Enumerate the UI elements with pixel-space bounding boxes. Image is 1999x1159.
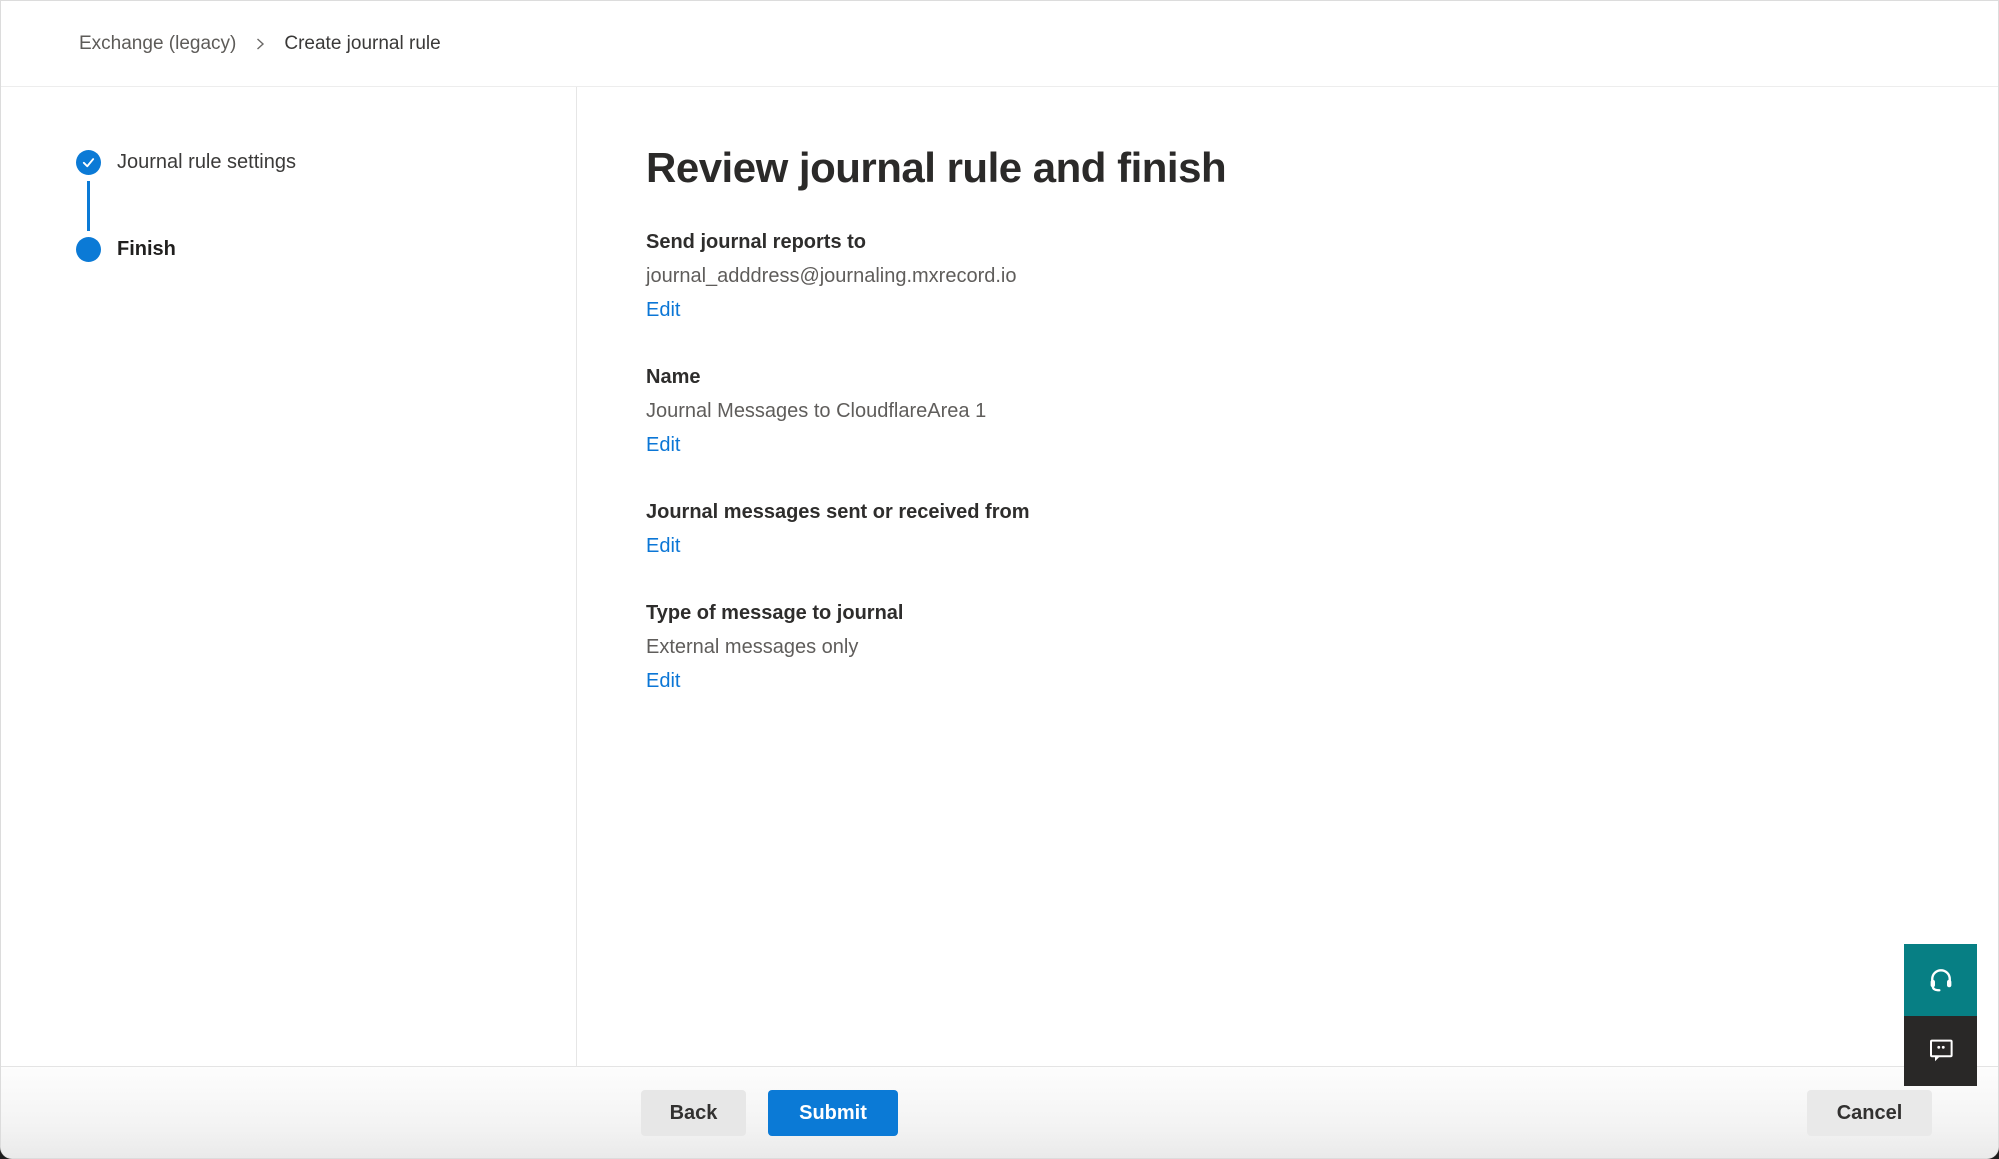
field-value-message-type: External messages only: [646, 634, 1918, 661]
feedback-button[interactable]: [1904, 1016, 1977, 1086]
chevron-right-icon: [252, 36, 268, 52]
review-pane: Review journal rule and finish Send jour…: [577, 87, 1998, 1068]
wizard-body: Journal rule settings Finish Review jour…: [1, 87, 1998, 1068]
exchange-create-journal-rule-window: Exchange (legacy) Create journal rule Jo…: [0, 0, 1999, 1159]
submit-button[interactable]: Submit: [768, 1090, 898, 1136]
cancel-button[interactable]: Cancel: [1807, 1090, 1932, 1136]
step-connector-line: [87, 181, 90, 231]
back-button[interactable]: Back: [641, 1090, 746, 1136]
section-type-of-message: Type of message to journal External mess…: [646, 600, 1918, 695]
edit-send-journal-reports-link[interactable]: Edit: [646, 297, 680, 324]
wizard-step-journal-rule-settings[interactable]: Journal rule settings: [76, 150, 576, 175]
field-value-rule-name: Journal Messages to CloudflareArea 1: [646, 398, 1918, 425]
section-name: Name Journal Messages to CloudflareArea …: [646, 364, 1918, 459]
edit-name-link[interactable]: Edit: [646, 432, 680, 459]
breadcrumb-create-journal-rule: Create journal rule: [284, 33, 440, 55]
section-send-journal-reports-to: Send journal reports to journal_adddress…: [646, 229, 1918, 324]
edit-sent-or-received-link[interactable]: Edit: [646, 533, 680, 560]
field-label: Send journal reports to: [646, 229, 1918, 256]
field-label: Journal messages sent or received from: [646, 499, 1918, 526]
wizard-step-finish[interactable]: Finish: [76, 237, 576, 262]
field-label: Type of message to journal: [646, 600, 1918, 627]
step-completed-check-icon: [76, 150, 101, 175]
page-title: Review journal rule and finish: [646, 143, 1918, 193]
breadcrumb-exchange-legacy[interactable]: Exchange (legacy): [79, 33, 236, 55]
wizard-steps-pane: Journal rule settings Finish: [1, 87, 577, 1068]
section-journal-messages-sent-or-received: Journal messages sent or received from E…: [646, 499, 1918, 560]
action-bar: Back Submit Cancel: [1, 1066, 1998, 1158]
step-label-finish: Finish: [117, 238, 176, 261]
breadcrumb: Exchange (legacy) Create journal rule: [79, 33, 441, 55]
step-current-dot-icon: [76, 237, 101, 262]
feedback-bubble-icon: [1926, 1035, 1956, 1068]
headset-icon: [1926, 964, 1956, 997]
step-label-journal-rule-settings: Journal rule settings: [117, 151, 296, 174]
field-label: Name: [646, 364, 1918, 391]
edit-message-type-link[interactable]: Edit: [646, 668, 680, 695]
breadcrumb-bar: Exchange (legacy) Create journal rule: [1, 1, 1998, 87]
field-value-journal-address: journal_adddress@journaling.mxrecord.io: [646, 263, 1918, 290]
help-button[interactable]: [1904, 944, 1977, 1016]
